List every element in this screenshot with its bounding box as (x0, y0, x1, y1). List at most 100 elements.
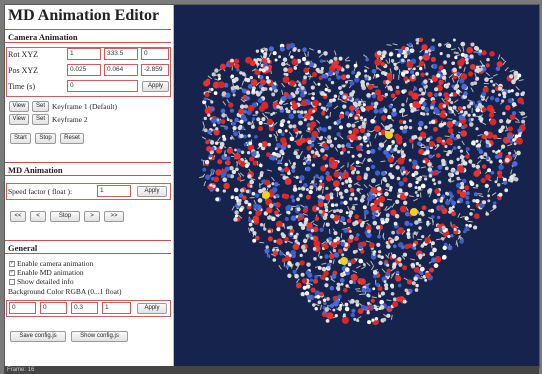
atom (448, 178, 452, 182)
atom (306, 222, 313, 230)
md-apply-button[interactable]: Apply (137, 186, 167, 197)
atom (426, 222, 430, 226)
atom (396, 176, 401, 181)
detailed-info-checkbox[interactable] (9, 279, 15, 285)
atom (264, 66, 269, 71)
atom (238, 207, 244, 212)
atom (258, 176, 261, 180)
atom (441, 113, 447, 119)
bg-b-input[interactable]: 0.3 (71, 302, 98, 314)
atom (319, 175, 325, 181)
save-config-button[interactable]: Save config.js (10, 331, 66, 342)
atom (276, 227, 281, 232)
bg-apply-button[interactable]: Apply (137, 303, 167, 314)
atom (463, 91, 468, 96)
rot-label: Rot XYZ (8, 50, 38, 59)
atom (205, 78, 211, 83)
atom (291, 58, 298, 66)
bond (370, 265, 375, 271)
bg-g-input[interactable]: 0 (40, 302, 67, 314)
atom (364, 74, 368, 78)
atom (321, 266, 327, 272)
camera-stop-button[interactable]: Stop (35, 133, 56, 144)
frame-counter: Frame: 16 (7, 367, 35, 373)
bond (364, 65, 370, 69)
bg-r-input[interactable]: 0 (9, 302, 36, 314)
bond (487, 77, 494, 80)
atom (319, 227, 324, 232)
bond (470, 87, 474, 93)
atom (384, 191, 389, 197)
atom (515, 92, 520, 97)
md-anim-checkbox[interactable]: ✓ (9, 270, 15, 276)
atom (350, 273, 358, 282)
speed-input[interactable]: 1 (97, 185, 131, 197)
rot-y-input[interactable]: 333.5 (104, 48, 138, 60)
rot-x-input[interactable]: 1 (67, 48, 101, 60)
bg-a-input[interactable]: 1 (102, 302, 131, 314)
atom (225, 63, 230, 67)
atom (416, 177, 420, 181)
atom (413, 170, 419, 176)
atom (345, 211, 349, 215)
time-input[interactable]: 0 (67, 80, 138, 92)
keyframe-2-set-button[interactable]: Set (32, 114, 49, 125)
keyframe-1-view-button[interactable]: View (9, 101, 29, 112)
atom (441, 162, 446, 167)
bond (385, 59, 389, 65)
camera-start-button[interactable]: Start (10, 133, 31, 144)
atom (428, 154, 433, 159)
camera-reset-button[interactable]: Reset (60, 133, 84, 144)
atom (275, 142, 282, 149)
atom (214, 68, 219, 73)
pos-z-input[interactable]: -2.859 (141, 64, 169, 76)
atom (418, 60, 425, 67)
md-last-button[interactable]: >> (104, 211, 124, 222)
molecule-viewport[interactable] (174, 5, 539, 367)
bond (363, 54, 368, 59)
keyframe-2-view-button[interactable]: View (9, 114, 29, 125)
show-config-button[interactable]: Show config.js (71, 331, 128, 342)
md-prev-button[interactable]: < (30, 211, 46, 222)
md-first-button[interactable]: << (10, 211, 26, 222)
atom (302, 238, 308, 244)
atom (332, 295, 337, 301)
atom (205, 139, 210, 145)
bond (202, 121, 205, 127)
atom (334, 203, 339, 207)
atom (324, 212, 328, 217)
atom (252, 215, 260, 222)
atom (310, 287, 316, 293)
md-stop-button[interactable]: Stop (50, 211, 80, 222)
atom (470, 118, 474, 121)
atom (387, 114, 392, 120)
pos-y-input[interactable]: 0.064 (104, 64, 138, 76)
atom (447, 172, 452, 177)
atom (286, 45, 291, 50)
atom (312, 99, 319, 107)
keyframe-1-set-button[interactable]: Set (32, 101, 49, 112)
pos-x-input[interactable]: 0.025 (67, 64, 101, 76)
atom (325, 319, 330, 323)
atom (221, 91, 227, 96)
atom (332, 209, 337, 214)
md-next-button[interactable]: > (84, 211, 100, 222)
atom (307, 154, 311, 158)
atom (357, 103, 361, 107)
bond (492, 73, 498, 77)
atom (299, 260, 305, 266)
atom (255, 110, 259, 115)
camera-apply-button[interactable]: Apply (142, 81, 169, 92)
atom (240, 150, 245, 155)
atom (504, 157, 510, 163)
atom (377, 146, 382, 151)
atom (436, 73, 441, 78)
atom (323, 93, 327, 97)
camera-anim-checkbox[interactable]: ✓ (9, 261, 15, 267)
atom (247, 134, 251, 138)
atom (366, 311, 370, 315)
atom (311, 180, 315, 184)
rot-z-input[interactable]: 0 (141, 48, 169, 60)
atom (345, 284, 349, 288)
atom (378, 260, 383, 266)
